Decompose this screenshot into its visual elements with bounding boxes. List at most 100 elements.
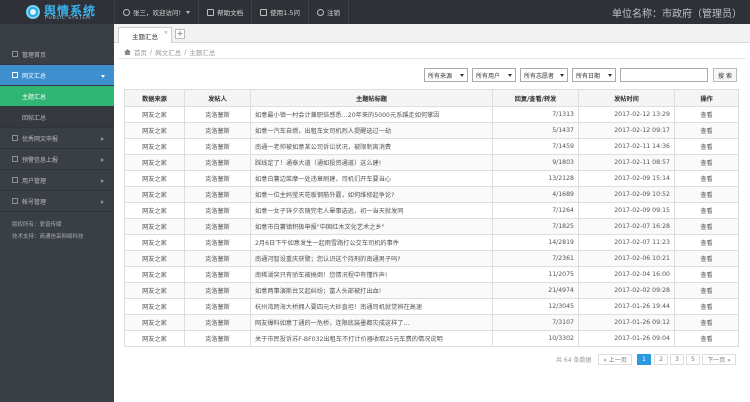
cell-author: 克洛塞斯 xyxy=(184,234,251,251)
logout-label: 注销 xyxy=(326,9,340,17)
cell-title[interactable]: 南稀湖突只有骄车被搞倒！您情况程中有懂炸声! xyxy=(250,266,493,283)
cell-action[interactable]: 查看 xyxy=(674,154,739,171)
cell-title[interactable]: 南通一老帅被如意某公司诉讼状况，被限制离消费 xyxy=(250,138,493,155)
sidebar-item-articles[interactable]: 网文汇总 xyxy=(0,65,114,86)
table-row: 网友之家 克洛塞斯 如意两事演斯台又起纠纷；富人头部被打出血! 21/4974 2017… xyxy=(124,282,739,299)
cell-title[interactable]: 关于市民投诉苏F-BF032出租车不打计价器收取25元车费的情况说明 xyxy=(250,330,493,347)
cell-stats: 21/4974 xyxy=(492,282,579,299)
sidebar-item-excellent[interactable]: 优秀网文申报 xyxy=(0,128,114,149)
cell-title[interactable]: 如意白薯边菜摩一处违章刷建，司机们开车要当心 xyxy=(250,170,493,187)
breadcrumb-home[interactable]: 首页 xyxy=(134,47,147,57)
topics-table: 数据来源 发帖人 主题帖标题 回复/查看/转发 发帖时间 操作 网友之家 克洛塞斯… xyxy=(124,89,739,347)
cell-action[interactable]: 查看 xyxy=(674,218,739,235)
account-icon xyxy=(12,198,18,204)
header-author: 发帖人 xyxy=(184,89,251,107)
sidebar-item-label: 优秀网文申报 xyxy=(22,135,59,143)
user-menu[interactable]: 张三，欢迎访问! xyxy=(114,0,200,24)
cell-title[interactable]: 如意一汽车自燃，出租车女司机烈人提醒选过一劫 xyxy=(250,122,493,139)
cell-action[interactable]: 查看 xyxy=(674,170,739,187)
cell-action[interactable]: 查看 xyxy=(674,330,739,347)
cell-action[interactable]: 查看 xyxy=(674,250,739,267)
cell-stats: 13/2128 xyxy=(492,170,579,187)
cell-time: 2017-02-09 15:14 xyxy=(578,170,675,187)
breadcrumb-level1[interactable]: 网文汇总 xyxy=(155,47,181,57)
table-row: 网友之家 克洛塞斯 如意一汽车自燃，出租车女司机烈人提醒选过一劫 5/1437 2017… xyxy=(124,122,739,139)
cell-author: 克洛塞斯 xyxy=(184,282,251,299)
logo-icon xyxy=(26,5,40,19)
cell-title[interactable]: 2月6日下午如意发生一起雨雪路打公交车司机的事件 xyxy=(250,234,493,251)
tab-label: 主题汇总 xyxy=(132,32,158,41)
prev-page-button[interactable]: « 上一页 xyxy=(598,354,632,365)
breadcrumb-separator: / xyxy=(184,48,187,56)
cell-time: 2017-02-12 09:17 xyxy=(578,122,675,139)
sidebar-item-users[interactable]: 用户管理 xyxy=(0,170,114,191)
cell-time: 2017-02-11 08:57 xyxy=(578,154,675,171)
search-input[interactable] xyxy=(620,68,708,82)
document-icon xyxy=(12,72,18,78)
logout-link[interactable]: 注销 xyxy=(309,0,349,24)
cell-action[interactable]: 查看 xyxy=(674,266,739,283)
chevron-right-icon xyxy=(101,179,104,183)
cell-action[interactable]: 查看 xyxy=(674,138,739,155)
tab-topics[interactable]: 主题汇总 ✕ xyxy=(118,27,172,43)
page-button[interactable]: 3 xyxy=(670,354,684,365)
add-tab-button[interactable]: + xyxy=(175,29,185,39)
header-time: 发帖时间 xyxy=(578,89,675,107)
sidebar-item-accounts[interactable]: 帐号管理 xyxy=(0,191,114,212)
table-row: 网友之家 克洛塞斯 南通一老帅被如意某公司诉讼状况，被限制离消费 7/1459 2017… xyxy=(124,138,739,155)
cell-source: 网友之家 xyxy=(124,234,185,251)
logo[interactable]: 舆情系统 PUBLIC SYSTEM xyxy=(0,0,114,24)
cell-time: 2017-01-26 09:04 xyxy=(578,330,675,347)
cell-source: 网友之家 xyxy=(124,266,185,283)
sidebar-item-replies[interactable]: 回帖汇总 xyxy=(0,107,114,128)
tips-link[interactable]: 使用1.5问 xyxy=(252,0,309,24)
volunteer-select[interactable]: 所有志愿者 xyxy=(520,68,568,82)
cell-action[interactable]: 查看 xyxy=(674,122,739,139)
sidebar-item-warning[interactable]: 预警信息上报 xyxy=(0,149,114,170)
cell-title[interactable]: 如意市白薯镇积极申报"中国红木文化艺术之乡" xyxy=(250,218,493,235)
cell-author: 克洛塞斯 xyxy=(184,106,251,123)
cell-action[interactable]: 查看 xyxy=(674,282,739,299)
cell-source: 网友之家 xyxy=(124,106,185,123)
page-button[interactable]: 1 xyxy=(637,354,651,365)
table-row: 网友之家 克洛塞斯 踩线定了！通泰大道（通如投资通道）这么建! 9/1803 2017-… xyxy=(124,154,739,171)
cell-title[interactable]: 踩线定了！通泰大道（通如投资通道）这么建! xyxy=(250,154,493,171)
cell-action[interactable]: 查看 xyxy=(674,186,739,203)
cell-stats: 7/3107 xyxy=(492,314,579,331)
cell-time: 2017-02-06 10:21 xyxy=(578,250,675,267)
cell-stats: 11/2075 xyxy=(492,266,579,283)
sidebar-item-topics[interactable]: 主题汇总 xyxy=(0,86,114,107)
cell-action[interactable]: 查看 xyxy=(674,202,739,219)
cell-title[interactable]: 如意两事演斯台又起纠纷；富人头部被打出血! xyxy=(250,282,493,299)
help-doc-link[interactable]: 帮助文档 xyxy=(199,0,253,24)
page-button[interactable]: 5 xyxy=(686,354,700,365)
cell-action[interactable]: 查看 xyxy=(674,106,739,123)
search-button[interactable]: 搜 索 xyxy=(713,68,737,82)
cell-title[interactable]: 如意最小镇一村会计兼职倍感悉…20年来的5000元系蹊走如何掌因 xyxy=(250,106,493,123)
cell-source: 网友之家 xyxy=(124,138,185,155)
cell-title[interactable]: 如意一位主妈莹天花板钢筋外露，如何维修起争论? xyxy=(250,186,493,203)
cell-author: 克洛塞斯 xyxy=(184,298,251,315)
cell-title[interactable]: 网友爆料如意丁通的一危桥，连限底装墨都灾成这样了… xyxy=(250,314,493,331)
cell-title[interactable]: 杭州湾跨海大桥拥人要四元大砂直坦！南通司机就觉辨在高速 xyxy=(250,298,493,315)
header-stats: 回复/查看/转发 xyxy=(492,89,579,107)
sidebar-item-home[interactable]: 管理首页 xyxy=(0,44,114,65)
cell-source: 网友之家 xyxy=(124,218,185,235)
page-button[interactable]: 2 xyxy=(654,354,668,365)
cell-title[interactable]: 南通河智设重庆获警；您认识这个持刑的南通男子吗? xyxy=(250,250,493,267)
cell-action[interactable]: 查看 xyxy=(674,234,739,251)
cell-time: 2017-01-26 09:12 xyxy=(578,314,675,331)
cell-time: 2017-02-07 11:23 xyxy=(578,234,675,251)
user-select[interactable]: 所有用户 xyxy=(472,68,516,82)
chevron-right-icon xyxy=(101,200,104,204)
cell-stats: 7/1459 xyxy=(492,138,579,155)
cell-title[interactable]: 如意一女子锌夕衣随完老人晕事选逃，初一当天就发同 xyxy=(250,202,493,219)
source-select[interactable]: 所有来源 xyxy=(424,68,468,82)
cell-stats: 10/3302 xyxy=(492,330,579,347)
close-icon[interactable]: ✕ xyxy=(164,30,168,36)
date-select[interactable]: 所有日期 xyxy=(572,68,616,82)
cell-action[interactable]: 查看 xyxy=(674,314,739,331)
cell-time: 2017-02-09 09:15 xyxy=(578,202,675,219)
next-page-button[interactable]: 下一页 » xyxy=(702,354,736,365)
cell-action[interactable]: 查看 xyxy=(674,298,739,315)
